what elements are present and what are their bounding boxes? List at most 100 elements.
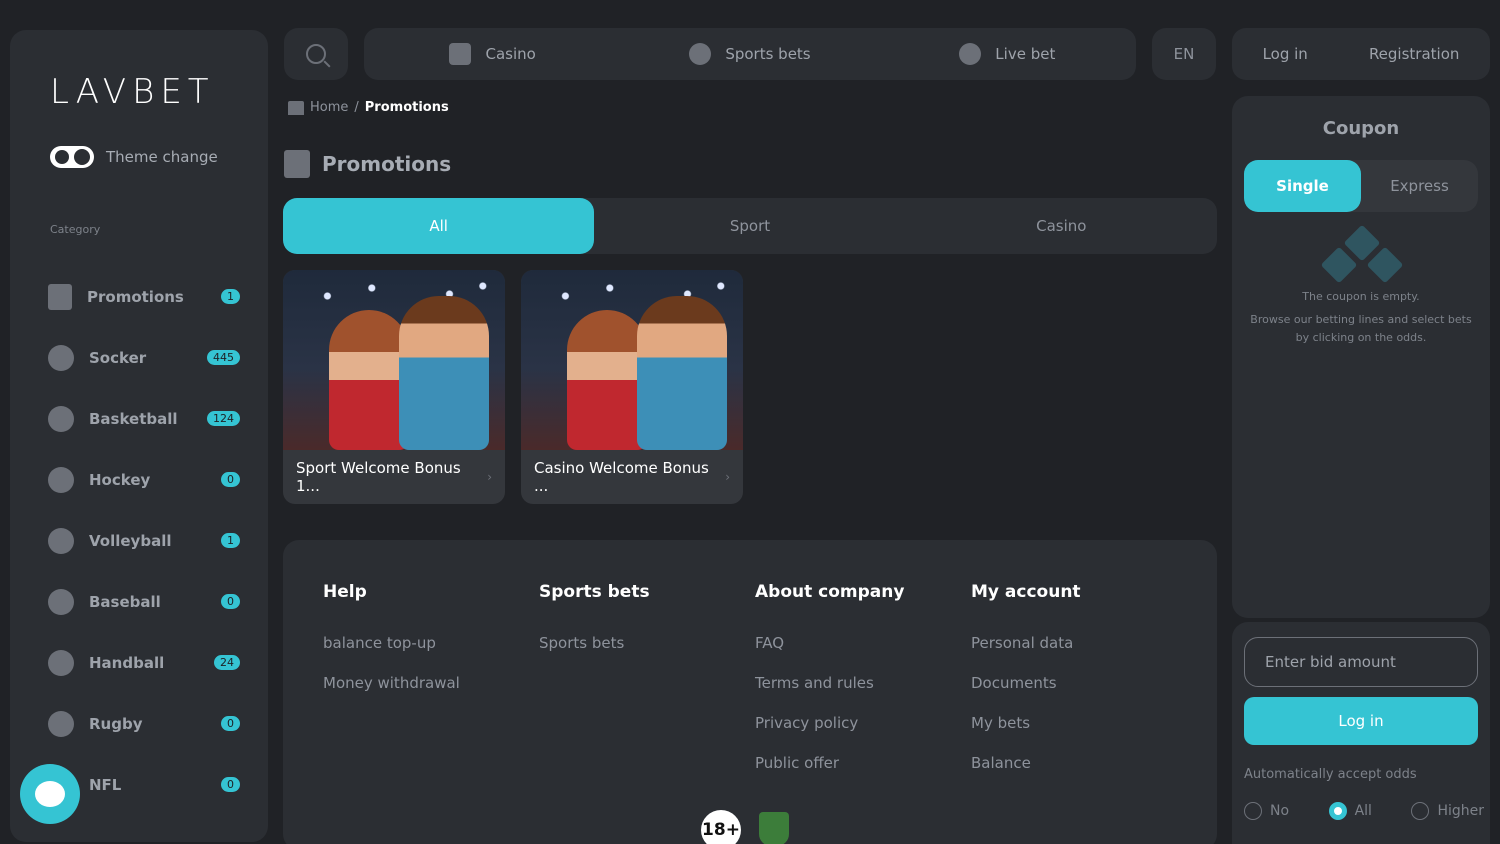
top-navigation: Casino Sports bets Live bet (364, 28, 1136, 80)
tab-single[interactable]: Single (1244, 160, 1361, 212)
count-badge: 1 (221, 533, 240, 548)
radio-label: All (1354, 803, 1372, 819)
volleyball-icon (48, 527, 74, 554)
promo-card-casino[interactable]: Casino Welcome Bonus ... › (521, 270, 743, 504)
coupon-login-button[interactable]: Log in (1244, 697, 1478, 745)
coupon-empty-text: Browse our betting lines and select bets… (1250, 313, 1472, 344)
footer-link[interactable]: Public offer (755, 754, 904, 794)
handball-icon (48, 649, 74, 676)
sidebar-item-label: NFL (89, 775, 122, 794)
footer-link[interactable]: My bets (971, 714, 1081, 754)
count-badge: 0 (221, 716, 240, 731)
theme-label: Theme change (106, 148, 218, 166)
nav-live-bet[interactable]: Live bet (879, 28, 1136, 80)
promo-caption: Sport Welcome Bonus 1... › (283, 450, 505, 504)
sidebar-item-volleyball[interactable]: Volleyball 1 (48, 510, 240, 571)
footer-column-account: My account Personal data Documents My be… (971, 582, 1081, 794)
tab-casino[interactable]: Casino (906, 198, 1217, 254)
footer-link[interactable]: Privacy policy (755, 714, 904, 754)
footer-link[interactable]: Personal data (971, 634, 1081, 674)
radio-no[interactable]: No (1244, 802, 1289, 820)
footer-column-sports: Sports bets Sports bets (539, 582, 650, 674)
man-figure (637, 296, 727, 450)
sidebar-item-label: Volleyball (89, 531, 172, 550)
sidebar-item-soccer[interactable]: Socker 445 (48, 327, 240, 388)
slot-machine-icon (449, 43, 472, 65)
promo-image (283, 270, 505, 450)
soccer-ball-icon (48, 344, 74, 371)
chevron-right-icon: › (725, 470, 730, 484)
footer-link[interactable]: FAQ (755, 634, 904, 674)
toggle-switch[interactable] (50, 146, 94, 168)
footer-link[interactable]: Balance (971, 754, 1081, 794)
sidebar-item-baseball[interactable]: Baseball 0 (48, 571, 240, 632)
registration-link[interactable]: Registration (1369, 45, 1459, 63)
footer-link[interactable]: Sports bets (539, 634, 650, 674)
coupon-title: Coupon (1322, 118, 1400, 139)
woman-figure (329, 310, 409, 450)
chat-button[interactable] (20, 764, 80, 824)
footer-link[interactable]: Money withdrawal (323, 674, 460, 714)
count-badge: 1 (221, 289, 240, 304)
promo-card-sport[interactable]: Sport Welcome Bonus 1... › (283, 270, 505, 504)
footer-link[interactable]: Documents (971, 674, 1081, 714)
license-shield-icon[interactable] (759, 812, 789, 844)
breadcrumb-separator: / (354, 100, 359, 115)
coupon-panel: Coupon Single Express The coupon is empt… (1232, 96, 1490, 618)
theme-toggle[interactable]: Theme change (50, 146, 218, 168)
sidebar-item-rugby[interactable]: Rugby 0 (48, 693, 240, 754)
language-selector[interactable]: EN (1152, 28, 1216, 80)
clover-icon (1320, 224, 1404, 284)
gift-icon (284, 150, 310, 178)
gift-icon (48, 283, 72, 310)
count-badge: 124 (207, 411, 240, 426)
breadcrumb-home[interactable]: Home (310, 100, 348, 115)
logo[interactable]: LAVBET (50, 72, 215, 112)
sidebar-item-label: Basketball (89, 409, 178, 428)
tab-sport[interactable]: Sport (594, 198, 905, 254)
sidebar-item-hockey[interactable]: Hockey 0 (48, 449, 240, 510)
footer-heading: Help (323, 582, 367, 602)
sidebar-item-label: Promotions (87, 287, 184, 306)
chat-bubble-icon (35, 781, 65, 807)
nav-casino[interactable]: Casino (364, 28, 621, 80)
category-heading: Category (50, 223, 101, 236)
radio-circle[interactable] (1411, 802, 1430, 820)
breadcrumb: Home / Promotions (288, 100, 449, 115)
radio-label: No (1270, 803, 1290, 819)
sidebar: LAVBET Theme change Category Promotions … (10, 30, 268, 842)
age-restriction-badge: 18+ (701, 810, 741, 844)
sidebar-item-basketball[interactable]: Basketball 124 (48, 388, 240, 449)
tab-all[interactable]: All (283, 198, 595, 254)
auth-panel: Log in Registration (1232, 28, 1490, 80)
basketball-icon (48, 405, 74, 432)
count-badge: 24 (214, 655, 240, 670)
sidebar-item-label: Rugby (89, 714, 143, 733)
search-button[interactable] (284, 28, 348, 80)
radio-all[interactable]: All (1328, 802, 1372, 820)
radio-circle[interactable] (1328, 802, 1347, 820)
nav-sports-bets[interactable]: Sports bets (621, 28, 878, 80)
count-badge: 445 (207, 350, 240, 365)
footer: Help balance top-up Money withdrawal Spo… (283, 540, 1217, 844)
breadcrumb-current: Promotions (364, 100, 449, 115)
category-list: Promotions 1 Socker 445 Basketball 124 H… (48, 266, 240, 815)
nav-label: Sports bets (725, 45, 811, 63)
footer-link[interactable]: balance top-up (323, 634, 460, 674)
tab-express[interactable]: Express (1361, 160, 1478, 212)
radio-circle[interactable] (1244, 802, 1262, 820)
sidebar-item-handball[interactable]: Handball 24 (48, 632, 240, 693)
footer-column-about: About company FAQ Terms and rules Privac… (755, 582, 904, 794)
bid-amount-input[interactable] (1244, 637, 1478, 687)
footer-link[interactable]: Terms and rules (755, 674, 904, 714)
count-badge: 0 (221, 594, 240, 609)
sidebar-item-promotions[interactable]: Promotions 1 (48, 266, 240, 327)
footer-heading: My account (971, 582, 1081, 602)
hockey-puck-icon (48, 466, 74, 493)
sidebar-item-label: Handball (89, 653, 165, 672)
coupon-empty-title: The coupon is empty. (1302, 290, 1420, 303)
login-link[interactable]: Log in (1263, 45, 1308, 63)
auto-accept-label: Automatically accept odds (1244, 767, 1417, 782)
footer-column-help: Help balance top-up Money withdrawal (323, 582, 460, 714)
radio-higher[interactable]: Higher (1411, 802, 1484, 820)
